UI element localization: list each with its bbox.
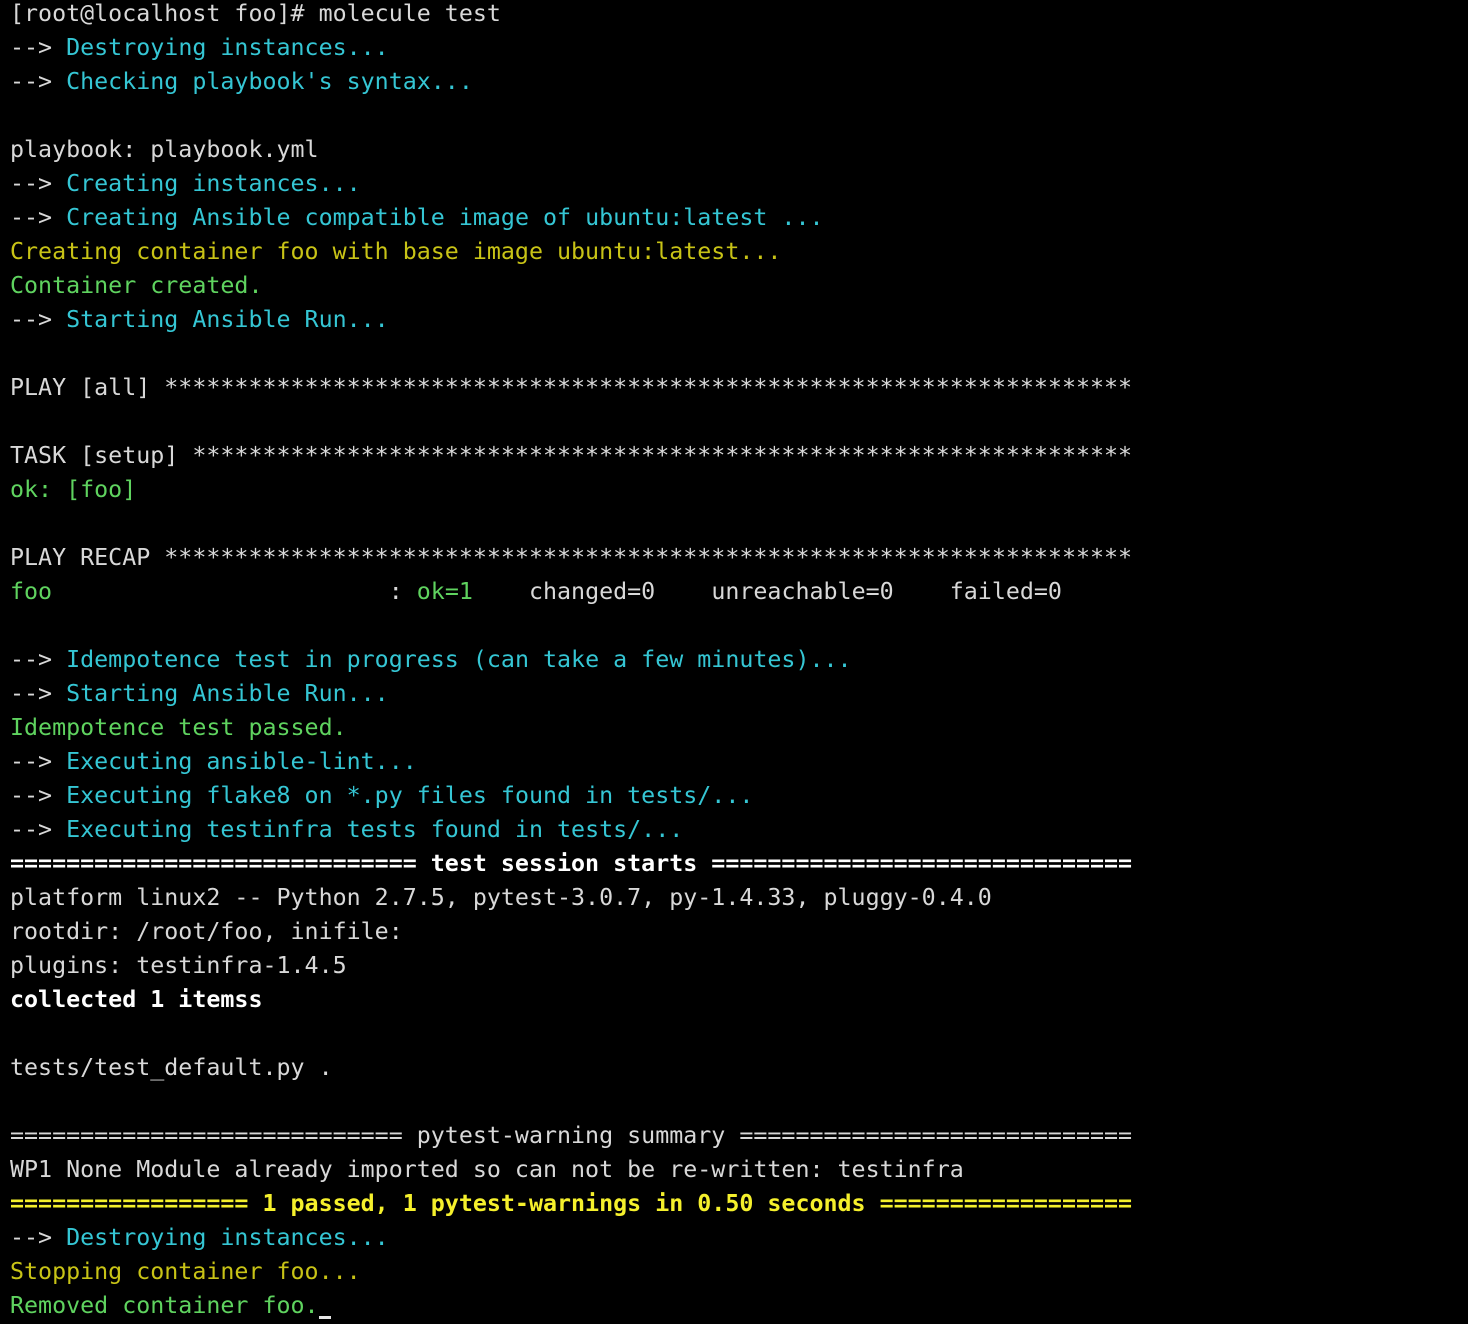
terminal-line: ================= 1 passed, 1 pytest-war… xyxy=(10,1187,1460,1221)
terminal-text: WP1 None Module already imported so can … xyxy=(10,1156,964,1183)
terminal-text: ok=1 xyxy=(416,578,473,605)
terminal-line: --> Creating instances... xyxy=(10,167,1460,201)
terminal-text: Checking playbook's syntax... xyxy=(66,68,473,95)
terminal-text: Stopping container foo... xyxy=(10,1258,361,1285)
terminal-line: plugins: testinfra-1.4.5 xyxy=(10,949,1460,983)
terminal-text: Creating instances... xyxy=(66,170,361,197)
terminal-line: foo : ok=1 changed=0 unreachable=0 faile… xyxy=(10,575,1460,609)
terminal-line: collected 1 itemss xyxy=(10,983,1460,1017)
cursor-icon xyxy=(318,1316,331,1319)
terminal-text: --> xyxy=(10,748,67,775)
terminal-text: Creating Ansible compatible image of ubu… xyxy=(66,204,824,231)
terminal-text: ================= 1 passed, 1 pytest-war… xyxy=(10,1190,1133,1217)
terminal-line: Container created. xyxy=(10,269,1460,303)
terminal-text: playbook: playbook.yml xyxy=(10,136,319,163)
terminal-text: tests/test_default.py . xyxy=(10,1054,333,1081)
terminal-line: tests/test_default.py . xyxy=(10,1051,1460,1085)
terminal-line: Idempotence test passed. xyxy=(10,711,1460,745)
terminal-text: changed=0 unreachable=0 failed=0 xyxy=(472,578,1062,605)
terminal-line: --> Starting Ansible Run... xyxy=(10,303,1460,337)
terminal-line: --> Executing flake8 on *.py files found… xyxy=(10,779,1460,813)
terminal-text: PLAY [all] *****************************… xyxy=(10,374,1133,401)
terminal-text: collected 1 itemss xyxy=(10,986,263,1013)
terminal-text: Executing testinfra tests found in tests… xyxy=(66,816,684,843)
terminal-line: [root@localhost foo]# molecule test xyxy=(10,0,1460,31)
terminal-line: TASK [setup] ***************************… xyxy=(10,439,1460,473)
terminal-output[interactable]: [root@localhost foo]# molecule test --> D… xyxy=(10,0,1460,1323)
terminal-line: ok: [foo] xyxy=(10,473,1460,507)
terminal-text: plugins: testinfra-1.4.5 xyxy=(10,952,347,979)
terminal-line: platform linux2 -- Python 2.7.5, pytest-… xyxy=(10,881,1460,915)
terminal-line: Creating container foo with base image u… xyxy=(10,235,1460,269)
terminal-text: Starting Ansible Run... xyxy=(66,680,389,707)
terminal-text: Idempotence test in progress (can take a… xyxy=(66,646,852,673)
terminal-line: Stopping container foo... xyxy=(10,1255,1460,1289)
terminal-line: --> Destroying instances... xyxy=(10,1221,1460,1255)
terminal-line: WP1 None Module already imported so can … xyxy=(10,1153,1460,1187)
terminal-text: Executing flake8 on *.py files found in … xyxy=(66,782,754,809)
terminal-line: --> Destroying instances... xyxy=(10,31,1460,65)
terminal-line: --> Starting Ansible Run... xyxy=(10,677,1460,711)
terminal-line: --> Executing ansible-lint... xyxy=(10,745,1460,779)
terminal-text: [root@localhost foo]# molecule test xyxy=(10,0,501,27)
terminal-line: --> Creating Ansible compatible image of… xyxy=(10,201,1460,235)
terminal-text: Destroying instances... xyxy=(66,1224,389,1251)
terminal-text: --> xyxy=(10,204,67,231)
terminal-text: TASK [setup] ***************************… xyxy=(10,442,1133,469)
terminal-line: --> Idempotence test in progress (can ta… xyxy=(10,643,1460,677)
terminal-line: PLAY [all] *****************************… xyxy=(10,371,1460,405)
terminal-line: ============================ pytest-warn… xyxy=(10,1119,1460,1153)
terminal-text: --> xyxy=(10,680,67,707)
terminal-text: --> xyxy=(10,646,67,673)
terminal-text: rootdir: /root/foo, inifile: xyxy=(10,918,403,945)
terminal-text: platform linux2 -- Python 2.7.5, pytest-… xyxy=(10,884,992,911)
terminal-text: PLAY RECAP *****************************… xyxy=(10,544,1133,571)
terminal-text: Executing ansible-lint... xyxy=(66,748,417,775)
terminal-line: --> Checking playbook's syntax... xyxy=(10,65,1460,99)
terminal-text: --> xyxy=(10,68,67,95)
terminal-line: ============================= test sessi… xyxy=(10,847,1460,881)
terminal-line: PLAY RECAP *****************************… xyxy=(10,541,1460,575)
terminal-text: ============================= test sessi… xyxy=(10,850,1133,877)
terminal-line: Removed container foo. xyxy=(10,1289,1460,1323)
terminal-text: --> xyxy=(10,782,67,809)
terminal-text: Removed container foo. xyxy=(10,1292,319,1319)
terminal-line: rootdir: /root/foo, inifile: xyxy=(10,915,1460,949)
terminal-text: ============================ pytest-warn… xyxy=(10,1122,1133,1149)
terminal-text: foo xyxy=(10,578,53,605)
terminal-text: --> xyxy=(10,34,67,61)
terminal-text: Starting Ansible Run... xyxy=(66,306,389,333)
terminal-text: : xyxy=(52,578,417,605)
terminal-line: --> Executing testinfra tests found in t… xyxy=(10,813,1460,847)
terminal-text: --> xyxy=(10,170,67,197)
terminal-text: Container created. xyxy=(10,272,263,299)
terminal-text: ok: [foo] xyxy=(10,476,137,503)
terminal-text: Idempotence test passed. xyxy=(10,714,347,741)
terminal-line: playbook: playbook.yml xyxy=(10,133,1460,167)
terminal-text: Creating container foo with base image u… xyxy=(10,238,782,265)
terminal-text: --> xyxy=(10,816,67,843)
terminal-text: --> xyxy=(10,306,67,333)
terminal-text: --> xyxy=(10,1224,67,1251)
terminal-text: Destroying instances... xyxy=(66,34,389,61)
